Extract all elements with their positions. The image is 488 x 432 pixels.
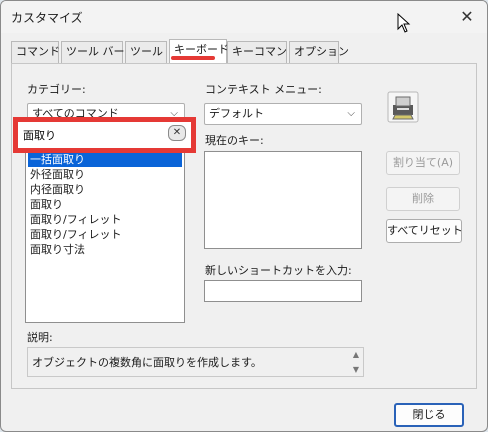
list-item[interactable]: 内径面取り [28, 182, 85, 197]
close-window-icon[interactable]: ✕ [455, 5, 479, 29]
current-keys-label: 現在のキー: [205, 134, 264, 147]
scroll-up-icon[interactable]: ▲ [351, 350, 361, 360]
new-shortcut-input[interactable] [204, 280, 362, 302]
current-keys-list[interactable] [204, 151, 362, 249]
command-search-input[interactable] [23, 127, 183, 143]
clear-search-icon[interactable]: ✕ [168, 125, 186, 141]
description-text: オブジェクトの複数角に面取りを作成します。 [32, 356, 262, 369]
printer-preview-icon [387, 91, 419, 123]
search-highlight-outline: ✕ [13, 117, 196, 153]
category-label: カテゴリー: [27, 83, 86, 96]
context-menu-label: コンテキスト メニュー: [205, 83, 322, 96]
reset-all-button[interactable]: すべてリセット [386, 219, 463, 243]
list-item[interactable]: 面取り/フィレット [28, 212, 122, 227]
customize-dialog: カスタマイズ ✕ コマンド ツール バー ツール キーボード キーコマンド オプ… [0, 0, 488, 432]
new-shortcut-label: 新しいショートカットを入力: [205, 264, 352, 277]
tab-tools[interactable]: ツール [125, 41, 167, 63]
assign-button[interactable]: 割り当て(A) [386, 151, 460, 175]
tab-options[interactable]: オプション [289, 41, 349, 63]
close-button[interactable]: 閉じる [394, 403, 464, 427]
list-item[interactable]: 面取り/フィレット [28, 227, 122, 242]
tab-label: オプション [294, 45, 349, 58]
command-list[interactable]: 一括面取り 外径面取り 内径面取り 面取り 面取り/フィレット 面取り/フィレッ… [25, 151, 185, 323]
tab-key-commands[interactable]: キーコマンド [227, 41, 298, 63]
context-menu-dropdown[interactable]: デフォルト ⌵ [204, 103, 362, 125]
list-item[interactable]: 一括面取り [28, 152, 182, 167]
window-title: カスタマイズ [11, 11, 83, 25]
tab-label: コマンド [16, 45, 60, 58]
active-tab-highlight [171, 56, 215, 60]
chevron-down-icon: ⌵ [347, 108, 355, 119]
list-item[interactable]: 面取り寸法 [28, 242, 85, 257]
delete-button[interactable]: 削除 [386, 187, 460, 211]
description-label: 説明: [27, 331, 53, 344]
list-item[interactable]: 面取り [28, 197, 63, 212]
tab-commands[interactable]: コマンド [11, 41, 60, 63]
list-item[interactable]: 外径面取り [28, 167, 85, 182]
tab-label: ツール [130, 45, 163, 58]
scroll-down-icon[interactable]: ▼ [351, 365, 361, 375]
title-bar: カスタマイズ ✕ [1, 1, 487, 33]
tab-label: ツール バー [66, 45, 125, 58]
context-menu-selected-value: デフォルト [209, 107, 264, 120]
mouse-cursor-icon [397, 13, 411, 33]
tab-toolbars[interactable]: ツール バー [61, 41, 125, 63]
description-box: オブジェクトの複数角に面取りを作成します。 ▲ ▼ [27, 347, 364, 377]
tab-label: キーボード [174, 43, 229, 56]
